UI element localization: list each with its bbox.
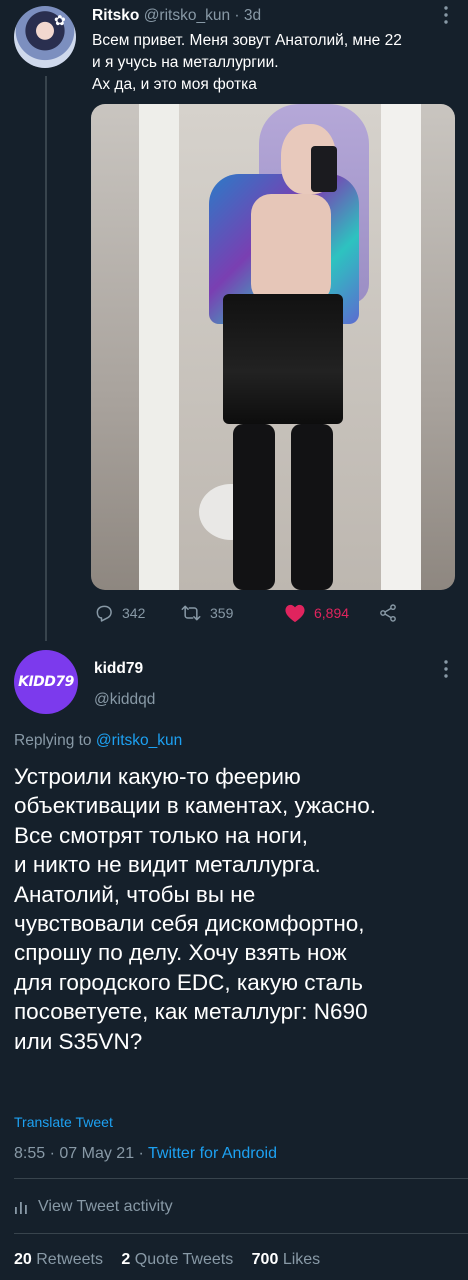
tweet-thread-page: ✿ Ritsko @ritsko_kun · 3d Всем привет. М… <box>0 0 468 1280</box>
replying-to-label: Replying to <box>14 732 92 749</box>
heart-icon <box>285 604 305 623</box>
tweet-text-line: Все смотрят только на ноги, <box>14 822 309 848</box>
tweet-text-line: и я учусь на металлургии. <box>92 54 279 71</box>
tweet-date: 07 May 21 <box>59 1145 135 1162</box>
reply-icon <box>96 605 112 622</box>
more-options-icon[interactable] <box>440 660 452 680</box>
photo-torso-shape <box>251 194 331 304</box>
tweet-text: Всем привет. Меня зовут Анатолий, мне 22… <box>92 30 458 96</box>
divider <box>14 1178 468 1179</box>
tweet-actions: 342 359 6,894 <box>94 600 396 626</box>
tweet-text-line: чувствовали себя дискомфортно, <box>14 911 365 937</box>
translate-tweet-link[interactable]: Translate Tweet <box>14 1113 113 1131</box>
tweet-photo[interactable] <box>91 104 455 590</box>
display-name[interactable]: Ritsko <box>92 7 139 24</box>
separator-dot: · <box>234 7 240 24</box>
tweet-text-line: или S35VN? <box>14 1028 143 1054</box>
separator-dot: · <box>49 1145 55 1162</box>
quote-tweets-label[interactable]: Quote Tweets <box>135 1251 233 1268</box>
likes-count[interactable]: 700 <box>252 1251 279 1268</box>
bar-chart-icon <box>15 1202 27 1214</box>
tweet-timestamp: 8:55 · 07 May 21 · Twitter for Android <box>14 1144 277 1164</box>
tweet-stats: 20 Retweets 2 Quote Tweets 700 Likes <box>14 1250 334 1270</box>
user-handle[interactable]: @ritsko_kun <box>144 7 230 24</box>
quote-tweets-count[interactable]: 2 <box>121 1251 130 1268</box>
parent-tweet[interactable]: ✿ Ritsko @ritsko_kun · 3d Всем привет. М… <box>0 0 468 641</box>
share-button[interactable] <box>378 600 398 626</box>
replying-to-link[interactable]: @ritsko_kun <box>96 732 182 749</box>
like-button[interactable]: 6,894 <box>284 600 349 626</box>
retweet-icon <box>181 605 201 621</box>
separator-dot: · <box>138 1145 144 1162</box>
divider <box>14 1233 468 1234</box>
reply-button[interactable]: 342 <box>94 600 145 626</box>
retweets-count[interactable]: 20 <box>14 1251 32 1268</box>
reply-count: 342 <box>122 605 146 621</box>
view-tweet-activity-button[interactable]: View Tweet activity <box>14 1196 173 1218</box>
tweet-time: 8:55 <box>14 1145 46 1162</box>
view-tweet-activity-label: View Tweet activity <box>38 1198 173 1215</box>
photo-leg-shape <box>233 424 275 590</box>
tweet-text-line: Ах да, и это моя фотка <box>92 76 257 93</box>
tweet-text-line: Устроили какую-то феерию <box>14 764 301 789</box>
thread-connector-line <box>45 76 47 641</box>
photo-phone-shape <box>311 146 337 192</box>
tweet-text-line: и никто не видит металлурга. <box>14 852 321 878</box>
user-handle[interactable]: @kiddqd <box>94 690 155 710</box>
tweet-text-line: для городского EDC, какую сталь <box>14 969 363 995</box>
tweet-text-line: объективации в каментах, ужасно. <box>14 793 376 819</box>
avatar[interactable]: ✿ <box>14 6 76 68</box>
photo-skirt-shape <box>223 294 343 424</box>
avatar[interactable]: KIDD79 <box>14 650 78 714</box>
tweet-text-line: Анатолий, чтобы вы не <box>14 881 256 907</box>
retweet-count: 359 <box>210 605 234 621</box>
tweet-text-line: спрошу по делу. Хочу взять нож <box>14 940 347 966</box>
retweets-label[interactable]: Retweets <box>36 1251 103 1268</box>
photo-leg-shape <box>291 424 333 590</box>
retweet-button[interactable]: 359 <box>180 600 233 626</box>
share-icon <box>380 604 396 622</box>
tweet-time[interactable]: 3d <box>244 7 261 24</box>
flower-icon: ✿ <box>54 12 66 28</box>
like-count: 6,894 <box>314 605 350 621</box>
more-options-icon[interactable] <box>440 6 452 26</box>
tweet-text: Устроили какую-то феерию объективации в … <box>14 762 462 1056</box>
tweet-text-line: Всем привет. Меня зовут Анатолий, мне 22 <box>92 32 402 49</box>
avatar-logo-text: KIDD79 <box>18 674 74 690</box>
likes-label[interactable]: Likes <box>283 1251 320 1268</box>
tweet-text-line: посоветуете, как металлург: N690 <box>14 999 368 1025</box>
client-link[interactable]: Twitter for Android <box>148 1145 277 1162</box>
parent-tweet-header: Ritsko @ritsko_kun · 3d <box>92 6 261 26</box>
replying-to: Replying to @ritsko_kun <box>14 731 182 751</box>
display-name[interactable]: kidd79 <box>94 659 143 679</box>
